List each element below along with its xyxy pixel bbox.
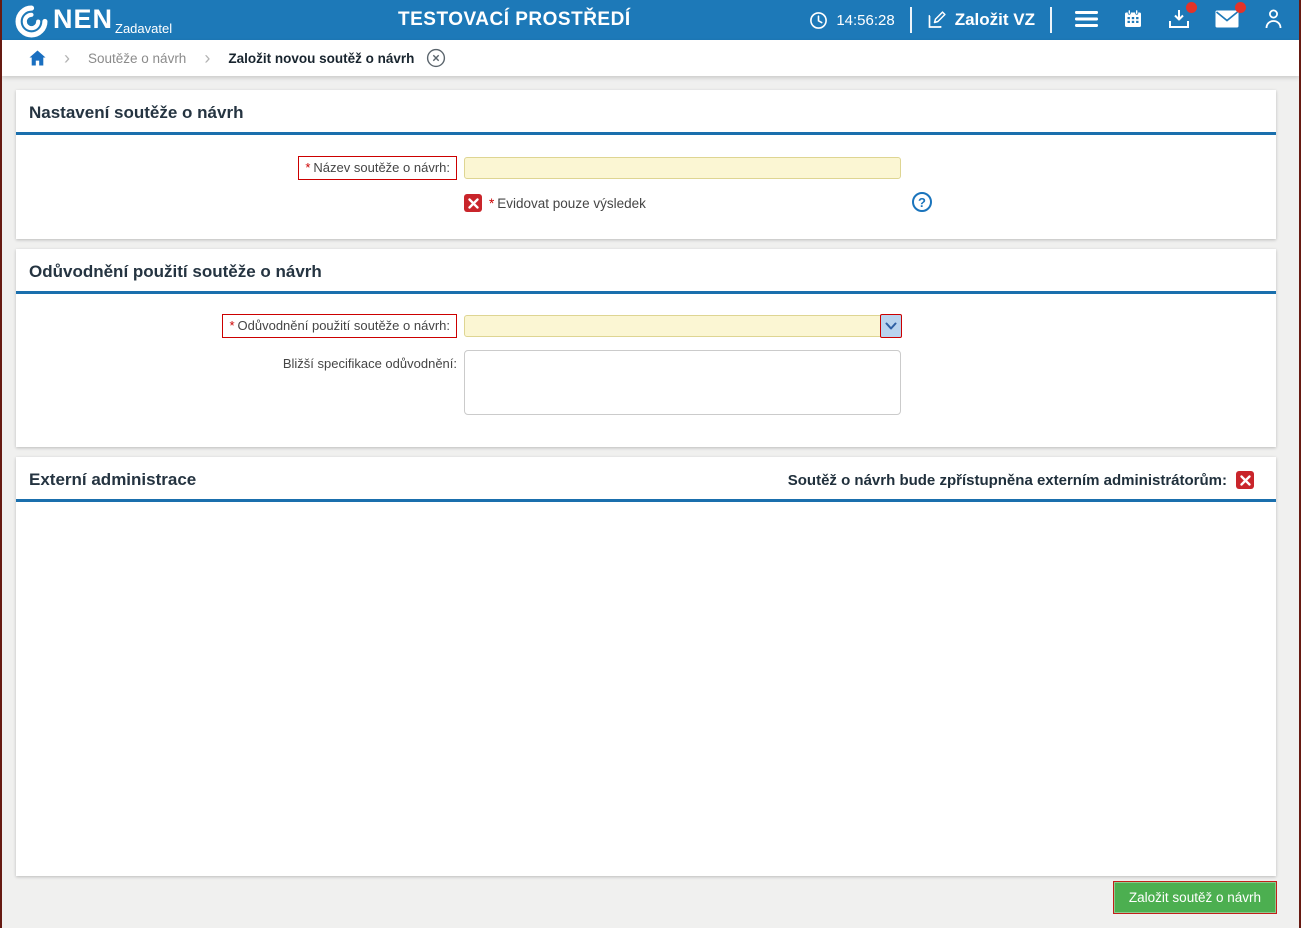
reason-dropdown (464, 314, 902, 338)
breadcrumb-item-current: Založit novou soutěž o návrh (228, 50, 415, 66)
breadcrumb: › Soutěže o návrh › Založit novou soutěž… (2, 40, 1299, 76)
home-icon (29, 50, 46, 66)
header-divider (909, 7, 912, 33)
external-access-row: Soutěž o návrh bude zpřístupněna externí… (788, 471, 1254, 489)
home-button[interactable] (29, 50, 46, 66)
help-icon[interactable]: ? (912, 192, 932, 212)
external-access-label: Soutěž o návrh bude zpřístupněna externí… (787, 471, 1227, 489)
required-asterisk: * (489, 195, 495, 211)
mail-notification-badge (1235, 2, 1246, 13)
environment-title: TESTOVACÍ PROSTŘEDÍ (398, 9, 631, 30)
external-admin-header: Externí administrace Soutěž o návrh bude… (16, 457, 1276, 499)
record-only-row: * Evidovat pouze výsledek ? (16, 192, 1276, 214)
calendar-icon (1125, 8, 1141, 27)
external-access-toggle[interactable] (1236, 471, 1254, 489)
spec-field-label: Bližší specifikace odůvodnění: (282, 356, 457, 371)
breadcrumb-item-soutaze[interactable]: Soutěže o návrh (88, 51, 186, 66)
reason-field-label-col: * Odůvodnění použití soutěže o návrh: (16, 314, 457, 338)
section-settings-title: Nastavení soutěže o návrh (29, 103, 244, 122)
header-actions: 14:56:28 Založit VZ (809, 2, 1299, 33)
header-divider (1050, 7, 1052, 33)
submit-contest-button[interactable]: Založit soutěž o návrh (1112, 881, 1277, 914)
reason-dropdown-button[interactable] (880, 314, 902, 338)
user-profile-button[interactable] (1264, 8, 1283, 32)
brand-role: Zadavatel (115, 21, 173, 36)
spec-field-col (464, 350, 901, 420)
menu-button[interactable] (1075, 8, 1098, 32)
chevron-right-icon: › (64, 47, 70, 68)
close-circle-icon (427, 48, 446, 68)
downloads-button[interactable] (1168, 2, 1197, 32)
clock-icon (810, 11, 828, 29)
download-icon (1169, 9, 1189, 28)
chevron-right-icon: › (204, 47, 211, 68)
section-external-admin: Externí administrace Soutěž o návrh bude… (16, 457, 1276, 876)
brand-name: NEN (53, 4, 114, 34)
spec-field-label-col: Bližší specifikace odůvodnění: (16, 350, 457, 371)
section-external-title: Externí administrace (29, 470, 197, 489)
mail-icon (1215, 10, 1239, 27)
spec-field-row: Bližší specifikace odůvodnění: (16, 350, 1276, 420)
messages-button[interactable] (1215, 2, 1246, 32)
app-window: NEN Zadavatel TESTOVACÍ PROSTŘEDÍ 14:56:… (0, 0, 1301, 928)
nen-logo-icon (15, 5, 48, 38)
download-notification-badge (1186, 2, 1197, 13)
contest-name-input[interactable] (464, 157, 901, 179)
create-vz-button[interactable]: Založit VZ (927, 10, 1035, 30)
reason-field-row: * Odůvodnění použití soutěže o návrh: (16, 314, 1276, 338)
reason-select-input[interactable] (464, 315, 901, 337)
spec-textarea[interactable] (464, 350, 901, 415)
name-field-row: * Název soutěže o návrh: (16, 156, 1276, 180)
record-only-label: * Evidovat pouze výsledek (489, 195, 646, 211)
clock-time: 14:56:28 (836, 11, 895, 29)
reason-field-col (464, 314, 902, 338)
section-rule (16, 291, 1276, 294)
edit-icon (928, 10, 946, 28)
top-header-bar: NEN Zadavatel TESTOVACÍ PROSTŘEDÍ 14:56:… (2, 0, 1299, 40)
external-admin-body (16, 502, 1276, 876)
record-only-toggle[interactable] (464, 194, 482, 212)
name-field-label: * Název soutěže o návrh: (298, 156, 457, 180)
toggle-no-icon (467, 197, 479, 209)
section-justification: Odůvodnění použití soutěže o návrh * Odův… (16, 249, 1276, 447)
clock-group: 14:56:28 (809, 11, 895, 30)
user-icon (1265, 9, 1282, 29)
name-field-col (464, 157, 901, 179)
section-settings: Nastavení soutěže o návrh * Název soutěže… (16, 90, 1276, 239)
main-content: Nastavení soutěže o návrh * Název soutěže… (2, 76, 1299, 876)
required-asterisk: * (305, 160, 311, 175)
nen-logo[interactable]: NEN Zadavatel (15, 2, 172, 38)
create-vz-label: Založit VZ (954, 10, 1035, 29)
menu-icon (1075, 10, 1098, 27)
required-asterisk: * (229, 318, 235, 333)
chevron-down-icon (885, 322, 897, 329)
reason-field-label: * Odůvodnění použití soutěže o návrh: (222, 314, 457, 338)
close-tab-button[interactable] (426, 48, 446, 68)
toggle-no-icon (1239, 474, 1251, 486)
section-rule (16, 132, 1276, 135)
name-field-label-col: * Název soutěže o návrh: (16, 156, 457, 180)
section-justification-title: Odůvodnění použití soutěže o návrh (29, 262, 322, 281)
calendar-button[interactable] (1123, 8, 1143, 32)
